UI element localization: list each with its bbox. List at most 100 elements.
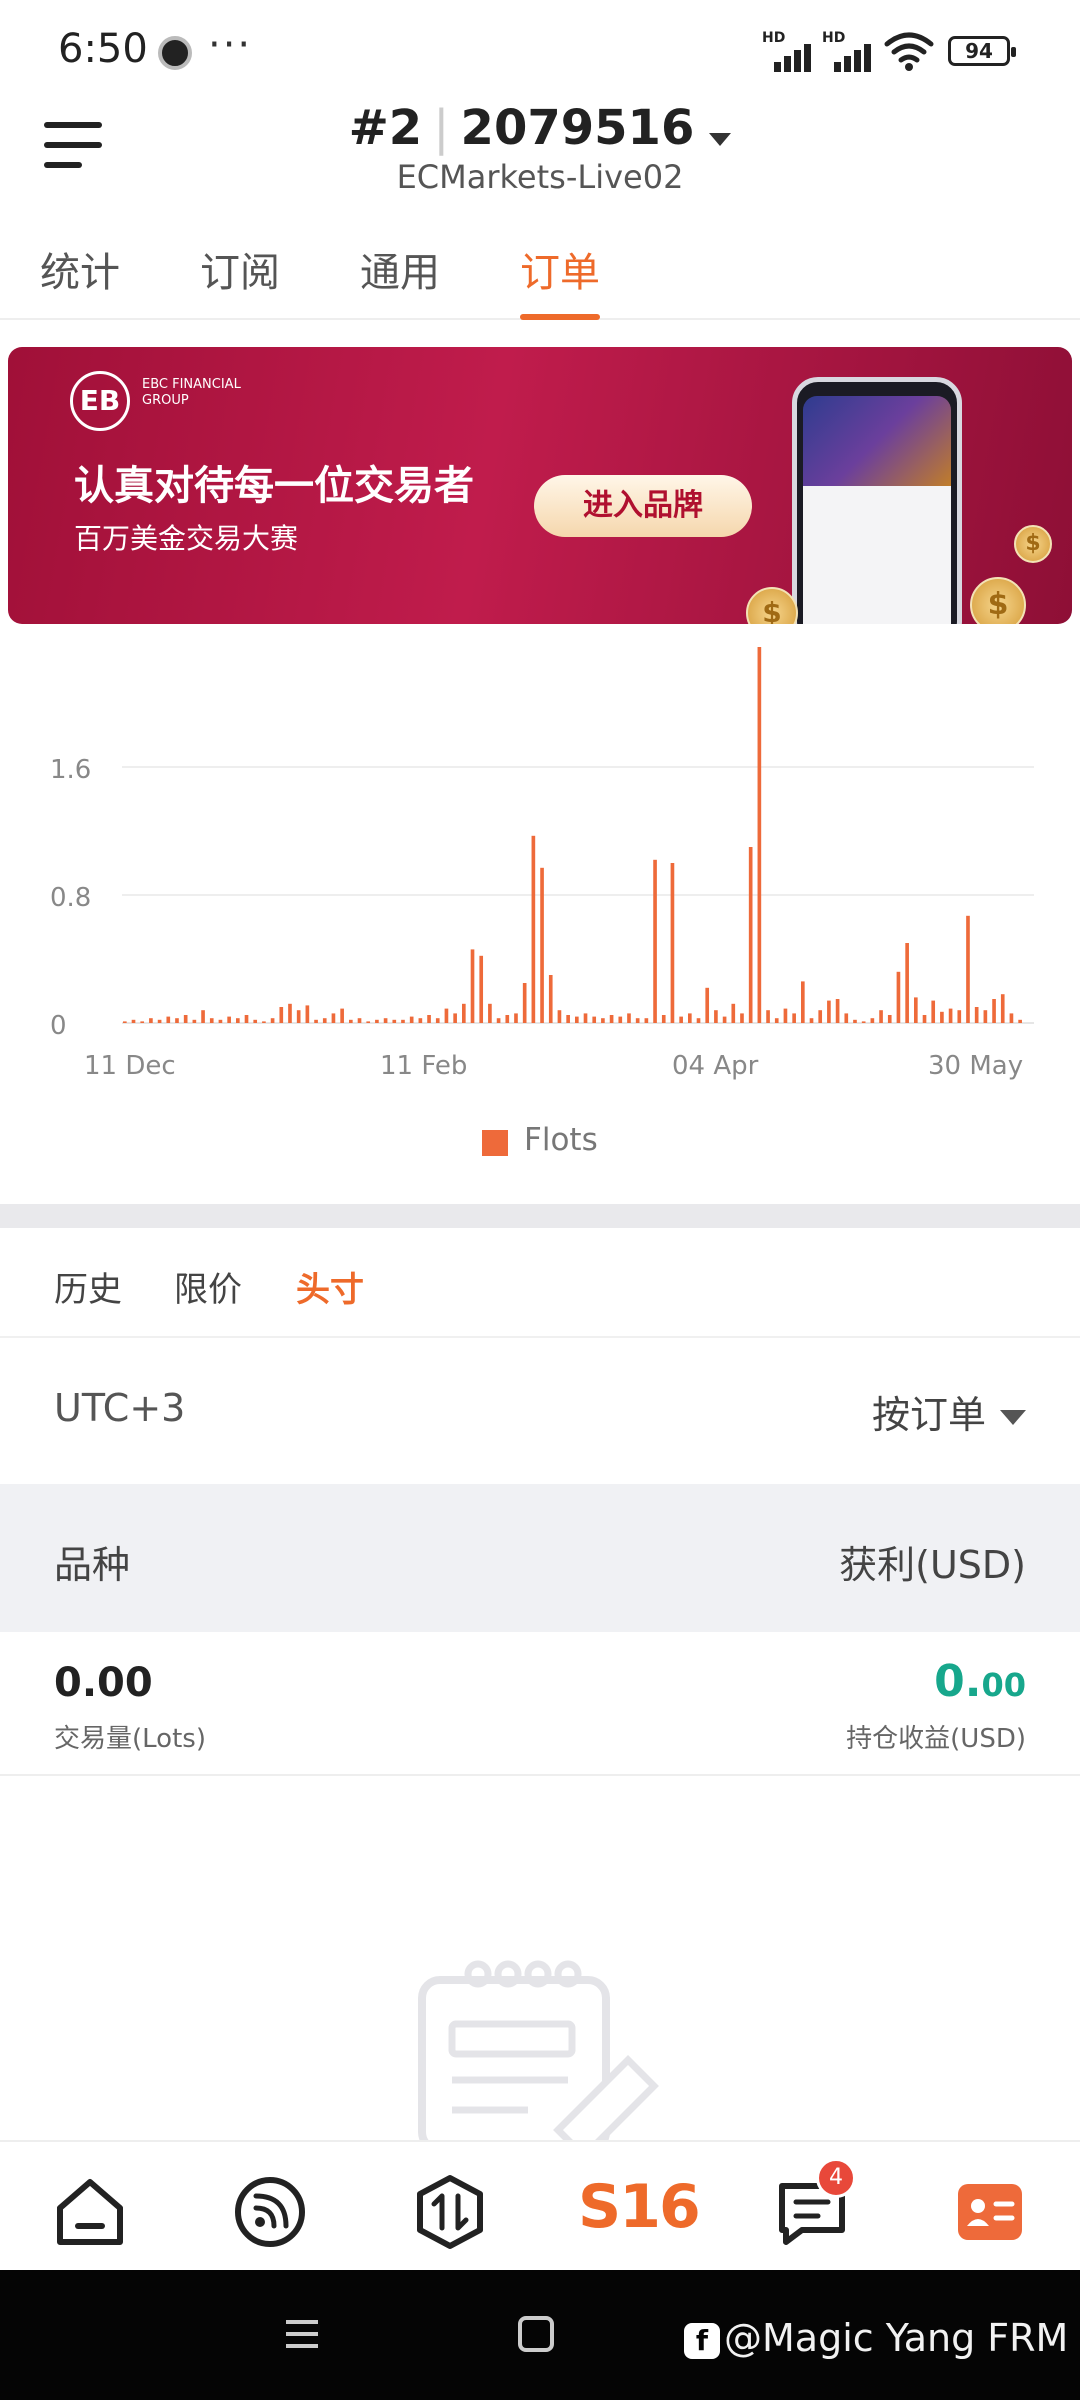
chart-bar	[940, 1011, 944, 1023]
x-tick-label: 11 Feb	[380, 1051, 467, 1081]
phone-illustration	[792, 377, 962, 624]
facebook-icon: f	[684, 2322, 720, 2359]
chart-bar	[279, 1007, 284, 1023]
chevron-down-icon	[709, 133, 732, 146]
tab-stats[interactable]: 统计	[40, 240, 120, 318]
sort-dropdown[interactable]: 按订单	[872, 1384, 1026, 1439]
promo-banner[interactable]: EB EBC FINANCIAL GROUP 认真对待每一位交易者 百万美金交易…	[8, 347, 1072, 624]
nav-s16[interactable]: S16	[578, 2172, 701, 2252]
chart-bar	[601, 1018, 605, 1023]
chart-bar	[157, 1019, 162, 1023]
chart-bar	[670, 863, 675, 1023]
nav-home[interactable]	[50, 2172, 130, 2252]
coin-icon: $	[1014, 525, 1052, 563]
account-selector[interactable]: #2 | 2079516	[0, 100, 1080, 156]
tab-subscribe[interactable]: 订阅	[200, 240, 280, 318]
chart-bar	[366, 1021, 371, 1023]
chart-bar	[766, 1010, 770, 1023]
recents-menu-icon[interactable]	[282, 2314, 322, 2354]
chart-bar	[505, 1015, 510, 1023]
chart-bar	[1009, 1013, 1014, 1023]
chart-bar	[244, 1015, 249, 1023]
chart-bar	[627, 1013, 631, 1023]
chart-bar	[331, 1013, 336, 1023]
chart-bar	[948, 1008, 953, 1023]
chart-bar	[253, 1019, 258, 1023]
chart-bar	[453, 1013, 457, 1023]
nav-profile[interactable]	[950, 2172, 1030, 2252]
home-square-icon[interactable]	[516, 2314, 556, 2354]
chart-bar	[827, 1000, 831, 1023]
filter-row: UTC+3 按订单	[0, 1340, 1080, 1482]
chart-bar	[401, 1019, 405, 1023]
chart-bar	[149, 1018, 153, 1023]
nav-trade[interactable]	[410, 2172, 490, 2252]
volume-value: 0.00	[54, 1660, 153, 1706]
chart-bar	[375, 1019, 379, 1023]
tab-history[interactable]: 历史	[54, 1262, 122, 1311]
chart-bar	[905, 943, 909, 1023]
focus-mode-icon	[158, 36, 192, 70]
account-number: #2	[348, 100, 423, 156]
column-symbol: 品种	[54, 1543, 131, 1587]
chart-bar	[861, 1021, 866, 1023]
chart-bar	[409, 1016, 414, 1023]
hd-label: HD	[762, 30, 786, 46]
chart-bar	[540, 867, 544, 1023]
chart-bar	[809, 1018, 814, 1023]
chart-bar	[618, 1016, 623, 1023]
tab-general[interactable]: 通用	[360, 240, 440, 318]
chart-bar	[879, 1010, 883, 1023]
chart-bar	[322, 1018, 327, 1023]
chart-bar	[931, 1000, 936, 1023]
chart-bar	[870, 1018, 875, 1023]
chart-bar	[444, 1008, 449, 1023]
chart-bar	[818, 1010, 823, 1023]
chart-bar	[209, 1018, 214, 1023]
x-tick-label: 04 Apr	[672, 1051, 759, 1081]
profit-label: 持仓收益(USD)	[846, 1724, 1026, 1754]
chart-bar	[748, 847, 753, 1023]
clock: 6:50	[58, 26, 148, 72]
legend-label: Flots	[524, 1122, 598, 1158]
section-divider	[0, 1204, 1080, 1228]
chart-bar	[679, 1016, 683, 1023]
chart-bar	[427, 1015, 431, 1023]
nav-messages[interactable]: 4	[772, 2158, 856, 2252]
chart-bar	[192, 1019, 197, 1023]
x-tick-label: 30 May	[928, 1051, 1023, 1081]
chart-bar	[340, 1008, 344, 1023]
tab-positions[interactable]: 头寸	[296, 1262, 364, 1311]
chart-bar	[218, 1019, 223, 1023]
tab-limit[interactable]: 限价	[174, 1262, 242, 1311]
chart-bar	[236, 1018, 240, 1023]
s16-label: S16	[578, 2172, 701, 2242]
chart-bar	[714, 1010, 718, 1023]
volume-chart: 0 0.8 1.6 11 Dec 11 Feb 04 Apr 30 May Flots	[0, 640, 1080, 1200]
chart-bar	[548, 975, 553, 1023]
chart-bar	[140, 1021, 145, 1023]
chart-bar	[792, 1013, 796, 1023]
chart-bar	[740, 1013, 744, 1023]
profit-value: 0.00	[934, 1656, 1026, 1707]
chart-bar	[835, 999, 840, 1023]
profit-decimals: 00	[981, 1666, 1026, 1704]
chart-bar	[288, 1003, 292, 1023]
tab-orders[interactable]: 订单	[520, 240, 600, 320]
watermark: f @Magic Yang FRM	[684, 2316, 1068, 2360]
chart-bar	[531, 835, 536, 1023]
status-bar: 6:50 ··· HD HD 94	[0, 0, 1080, 100]
chart-bar	[305, 1005, 310, 1023]
chart-bar	[731, 1003, 736, 1023]
chart-bar	[757, 647, 762, 1023]
x-tick-label: 11 Dec	[84, 1051, 176, 1081]
coin-icon: $	[746, 587, 798, 624]
chart-bar	[488, 1003, 492, 1023]
chart-bar	[496, 1018, 501, 1023]
chart-bar	[270, 1018, 275, 1023]
nav-signals[interactable]	[230, 2172, 310, 2252]
bottom-nav: S16 4	[0, 2140, 1080, 2270]
chart-bar	[462, 1003, 466, 1023]
banner-cta-button[interactable]: 进入品牌	[534, 475, 752, 537]
main-tabs: 统计 订阅 通用 订单	[0, 230, 1080, 320]
